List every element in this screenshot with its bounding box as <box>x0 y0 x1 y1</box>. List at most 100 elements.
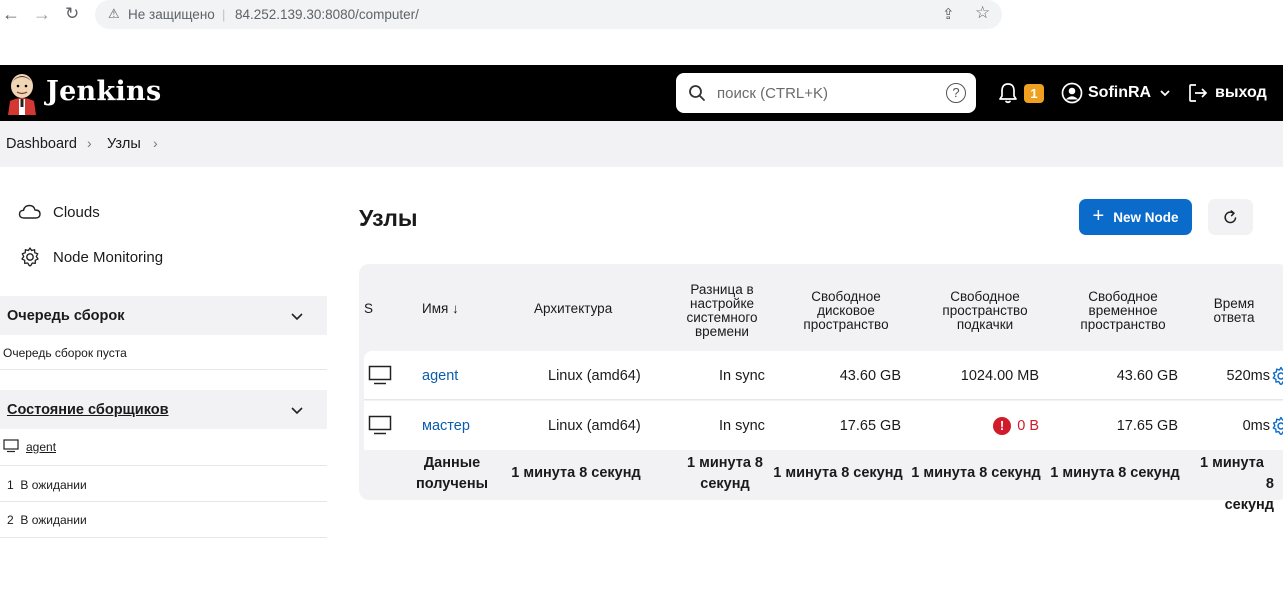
page-title: Узлы <box>359 205 418 231</box>
breadcrumb-nodes[interactable]: Узлы <box>107 136 141 152</box>
header-line: времени <box>695 324 749 339</box>
new-node-button[interactable]: + New Node <box>1079 199 1192 235</box>
col-header-clock[interactable]: Разница в настройке системного времени <box>675 283 769 339</box>
bookmark-star-icon[interactable]: ☆ <box>975 3 990 23</box>
breadcrumb-dashboard[interactable]: Dashboard <box>6 136 77 152</box>
sidebar-item-node-monitoring[interactable]: Node Monitoring <box>18 245 163 269</box>
back-arrow-icon[interactable]: ← <box>2 4 20 24</box>
chevron-right-icon: › <box>87 135 92 151</box>
user-avatar-icon <box>1061 82 1083 104</box>
footer-arch: 1 минута 8 секунд <box>511 465 641 481</box>
computer-icon <box>368 365 392 385</box>
build-queue-empty: Очередь сборок пуста <box>3 346 127 360</box>
footer-line: 8 <box>1265 476 1274 492</box>
search-icon <box>689 85 705 101</box>
header-line: Время <box>1213 296 1255 311</box>
node-response: 0ms <box>1242 418 1270 434</box>
bell-icon[interactable] <box>997 82 1019 104</box>
header-line: пространство <box>803 317 889 332</box>
col-header-swap[interactable]: Свободное пространство подкачки <box>935 290 1035 332</box>
node-clock: In sync <box>719 418 765 434</box>
executor-status: В ожидании <box>20 478 87 492</box>
executor-number: 1 <box>7 478 14 492</box>
refresh-icon <box>1224 210 1237 224</box>
divider <box>0 537 327 538</box>
jenkins-logo-icon[interactable] <box>6 71 38 115</box>
node-name-link[interactable]: мастер <box>422 418 470 434</box>
node-name-link[interactable]: agent <box>422 368 458 384</box>
executors-title[interactable]: Состояние сборщиков <box>7 402 169 418</box>
footer-line: секунд <box>700 476 750 492</box>
share-icon[interactable]: ⇪ <box>942 5 955 23</box>
node-arch: Linux (amd64) <box>548 368 641 384</box>
footer-swap: 1 минута 8 секунд <box>911 465 1041 481</box>
col-header-name[interactable]: Имя ↓ <box>422 302 459 316</box>
header-line: ответа <box>1213 310 1255 325</box>
executor-row: 2 В ожидании <box>7 513 87 527</box>
footer-disk: 1 минута 8 секунд <box>773 465 903 481</box>
notification-badge[interactable]: 1 <box>1024 84 1044 103</box>
node-disk: 43.60 GB <box>839 368 901 384</box>
header-line: Разница в <box>690 282 754 297</box>
footer-line: получены <box>416 476 488 492</box>
computer-icon <box>368 415 392 435</box>
url-divider: | <box>222 7 226 22</box>
user-menu[interactable]: SofinRA <box>1061 81 1171 105</box>
build-queue-header[interactable]: Очередь сборок <box>0 296 327 335</box>
chevron-down-icon[interactable] <box>290 309 304 323</box>
col-header-status[interactable]: S <box>364 302 373 316</box>
logout-label: выход <box>1215 84 1267 101</box>
refresh-button[interactable] <box>1208 199 1253 235</box>
footer-line: 1 минута 8 <box>687 455 763 471</box>
node-settings-gear-icon[interactable] <box>1271 366 1283 386</box>
executor-status: В ожидании <box>20 513 87 527</box>
username[interactable]: SofinRA <box>1088 84 1151 102</box>
sidebar-item-clouds[interactable]: Clouds <box>18 200 100 224</box>
warning-icon: ⚠ <box>108 6 120 21</box>
footer-label: Данные получены <box>404 453 500 495</box>
col-header-disk[interactable]: Свободное дисковое пространство <box>796 290 896 332</box>
help-icon[interactable]: ? <box>946 83 966 103</box>
chevron-down-icon[interactable] <box>1159 87 1171 99</box>
brand-title[interactable]: Jenkins <box>46 76 161 107</box>
address-bar[interactable]: ⚠ Не защищено | 84.252.139.30:8080/compu… <box>95 0 1002 29</box>
header-line: системного <box>686 310 758 325</box>
jenkins-header: Jenkins ? 1 SofinRA выход <box>0 65 1283 121</box>
reload-icon[interactable]: ↻ <box>65 4 79 24</box>
node-arch: Linux (amd64) <box>548 418 641 434</box>
divider <box>0 369 327 370</box>
header-line: пространство <box>1080 317 1166 332</box>
divider <box>0 465 327 466</box>
footer-line: Данные <box>423 455 481 471</box>
build-queue-title: Очередь сборок <box>7 308 125 324</box>
node-disk: 17.65 GB <box>839 418 901 434</box>
col-header-response[interactable]: Время ответа <box>1204 297 1264 325</box>
header-line: настройке <box>689 296 755 311</box>
sidebar-item-label: Node Monitoring <box>53 248 164 266</box>
node-response: 520ms <box>1226 368 1270 384</box>
forward-arrow-icon[interactable]: → <box>33 4 51 24</box>
search-input[interactable] <box>717 83 937 103</box>
footer-response: 1 минута 8 секунд <box>1190 453 1274 516</box>
node-settings-gear-icon[interactable] <box>1271 416 1283 436</box>
chevron-down-icon[interactable] <box>290 403 304 417</box>
node-clock: In sync <box>719 368 765 384</box>
executor-number: 2 <box>7 513 14 527</box>
chevron-right-icon[interactable]: › <box>153 135 158 151</box>
col-header-temp[interactable]: Свободное временное пространство <box>1073 290 1173 332</box>
cloud-icon <box>18 204 41 219</box>
footer-line: секунд <box>1224 497 1274 513</box>
footer-line: 1 минута <box>1200 455 1264 471</box>
footer-clock: 1 минута 8 секунд <box>680 453 770 495</box>
header-line: подкачки <box>956 317 1014 332</box>
col-header-arch[interactable]: Архитектура <box>534 302 612 316</box>
breadcrumb: Dashboard › Узлы › <box>0 121 1283 167</box>
executors-header[interactable]: Состояние сборщиков <box>0 390 327 429</box>
logout-link[interactable]: выход <box>1187 81 1267 105</box>
header-line: временное <box>1088 303 1158 318</box>
logout-icon <box>1189 84 1208 102</box>
url-text[interactable]: 84.252.139.30:8080/computer/ <box>235 7 419 22</box>
executor-node-link[interactable]: agent <box>26 440 56 454</box>
node-temp: 17.65 GB <box>1116 418 1178 434</box>
header-line: Свободное <box>811 289 881 304</box>
